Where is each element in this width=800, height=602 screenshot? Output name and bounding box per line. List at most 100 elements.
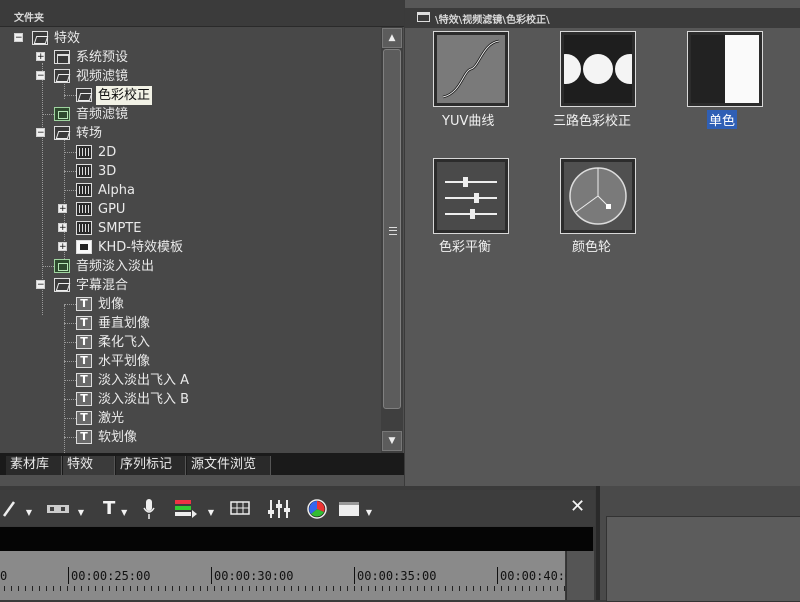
ruler-minor-tick [235, 586, 236, 591]
tree-item[interactable]: − 视频滤镜 [0, 67, 380, 86]
tab-effects[interactable]: 特效 [63, 456, 115, 475]
ruler-minor-tick [557, 586, 558, 591]
ruler-minor-tick [438, 586, 439, 591]
tree-item[interactable]: T 激光 [0, 409, 380, 428]
ruler-minor-tick [403, 586, 404, 591]
scroll-up-button[interactable]: ▲ [382, 28, 402, 48]
collapse-icon[interactable]: − [36, 280, 45, 290]
tree-item[interactable]: T 软划像 [0, 428, 380, 447]
close-timeline-button[interactable]: ✕ [570, 496, 585, 517]
mixer-button[interactable] [267, 498, 291, 520]
tree-item[interactable]: + SMPTE [0, 219, 380, 238]
tree-item[interactable]: T 柔化飞入 [0, 333, 380, 352]
render-icon [175, 500, 197, 518]
ruler-minor-tick [417, 586, 418, 591]
tree-item[interactable]: 2D [0, 143, 380, 162]
ruler-minor-tick [144, 586, 145, 591]
tree-item[interactable]: − 特效 [0, 29, 380, 48]
tree-item[interactable]: 色彩校正 [0, 86, 380, 105]
ruler-minor-tick [81, 586, 82, 591]
ruler-major-tick [211, 567, 212, 584]
window-layout-icon [339, 502, 359, 516]
tree-item[interactable]: Alpha [0, 181, 380, 200]
audio-folder-icon [54, 259, 70, 273]
transition-folder-icon [76, 183, 92, 197]
tree-item-label: 划像 [98, 297, 125, 312]
title-effect-icon: T [76, 297, 92, 311]
tree-item[interactable]: T 淡入淡出飞入 A [0, 371, 380, 390]
dropdown-arrow-icon: ▼ [207, 508, 214, 517]
cut-tool-button[interactable]: ▼ [2, 498, 32, 520]
expand-icon[interactable]: + [58, 242, 67, 252]
ruler-minor-tick [221, 586, 222, 591]
tree-item[interactable]: − 转场 [0, 124, 380, 143]
effect-thumb-monochrome[interactable] [687, 31, 763, 107]
tree-item-label: GPU [98, 202, 126, 217]
title-tool-button[interactable]: T ▼ [103, 498, 127, 520]
tree-item[interactable]: + KHD-特效模板 [0, 238, 380, 257]
tree-item[interactable]: + GPU [0, 200, 380, 219]
expand-icon[interactable]: + [58, 223, 67, 233]
ruler-minor-tick [242, 586, 243, 591]
tree-guide-line [64, 304, 76, 305]
tree-item[interactable]: 音频淡入淡出 [0, 257, 380, 276]
tree-item[interactable]: 3D [0, 162, 380, 181]
expand-icon[interactable]: + [58, 204, 67, 214]
voiceover-button[interactable] [142, 498, 156, 520]
tree-item[interactable]: T 垂直划像 [0, 314, 380, 333]
render-button[interactable]: ▼ [174, 498, 214, 520]
ruler-minor-tick [179, 586, 180, 591]
tree-scrollbar[interactable]: ▲ ▼ [381, 27, 403, 453]
tree-item[interactable]: 音频滤镜 [0, 105, 380, 124]
window-layout-button[interactable]: ▼ [338, 498, 372, 520]
timeline-ruler[interactable]: 0 00:00:25:00 00:00:30:00 00:00:35:00 00:00:… [0, 551, 572, 600]
collapse-icon[interactable]: − [36, 71, 45, 81]
ruler-minor-tick [354, 586, 355, 591]
tab-sequence-markers[interactable]: 序列标记 [116, 456, 186, 475]
ruler-minor-tick [333, 586, 334, 591]
tree-item[interactable]: T 淡入淡出飞入 B [0, 390, 380, 409]
tree-item[interactable]: − 字幕混合 [0, 276, 380, 295]
tree-guide-line [64, 437, 76, 438]
tree-item-label: 淡入淡出飞入 B [98, 392, 190, 407]
tree-item[interactable]: T 水平划像 [0, 352, 380, 371]
effect-thumb-color-wheel[interactable] [560, 158, 636, 234]
ruler-minor-tick [508, 586, 509, 591]
tree-item-label: Alpha [98, 183, 135, 198]
effect-thumb-color-balance[interactable] [433, 158, 509, 234]
ruler-minor-tick [284, 586, 285, 591]
collapse-icon[interactable]: − [36, 128, 45, 138]
ruler-minor-tick [396, 586, 397, 591]
ruler-minor-tick [46, 586, 47, 591]
scroll-down-button[interactable]: ▼ [382, 431, 402, 451]
color-wheel-icon [564, 162, 632, 230]
tree-item-label: 转场 [76, 126, 103, 141]
panel-tab-strip: 素材库 特效 序列标记 源文件浏览 [0, 453, 404, 475]
ruler-minor-tick [172, 586, 173, 591]
color-vector-button[interactable] [306, 498, 328, 520]
tree-item[interactable]: T 划像 [0, 295, 380, 314]
tree-item-label: 淡入淡出飞入 A [98, 373, 190, 388]
scroll-thumb[interactable] [383, 49, 401, 409]
ruler-time-label: 00:00:40:0 [500, 569, 573, 583]
ruler-minor-tick [193, 586, 194, 591]
multicam-button[interactable] [229, 498, 251, 520]
tab-source-browser[interactable]: 源文件浏览 [187, 456, 271, 475]
ruler-minor-tick [501, 586, 502, 591]
ruler-minor-tick [214, 586, 215, 591]
ruler-minor-tick [550, 586, 551, 591]
folder-tree[interactable]: − 特效 + 系统预设 − 视频滤镜 色彩校正 音频滤镜 − 转场 2D 3D Alpha + GPU + SM… [0, 27, 381, 453]
ruler-minor-tick [473, 586, 474, 591]
ruler-major-tick [68, 567, 69, 584]
effect-thumb-yuv[interactable] [433, 31, 509, 107]
timeline-track-header [0, 527, 593, 551]
expand-icon[interactable]: + [36, 52, 45, 62]
tree-item-label: 特效 [54, 31, 81, 46]
ruler-minor-tick [536, 586, 537, 591]
ruler-minor-tick [515, 586, 516, 591]
collapse-icon[interactable]: − [14, 33, 23, 43]
tab-asset-library[interactable]: 素材库 [6, 456, 62, 475]
link-tool-button[interactable]: ▼ [46, 498, 84, 520]
effect-thumb-three-way[interactable] [560, 31, 636, 107]
tree-item[interactable]: + 系统预设 [0, 48, 380, 67]
